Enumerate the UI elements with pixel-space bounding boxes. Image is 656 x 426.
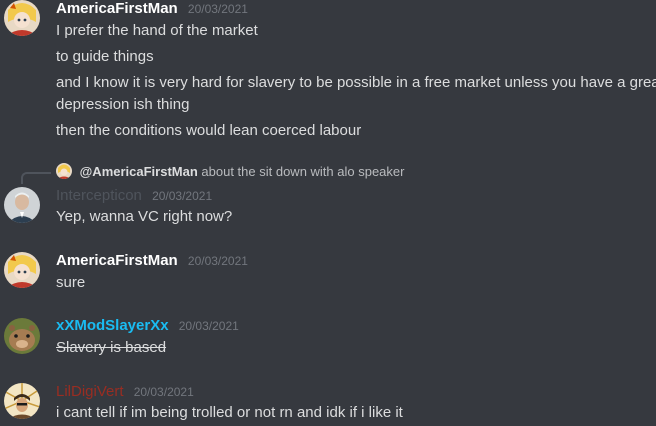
- username[interactable]: AmericaFirstMan: [56, 0, 178, 17]
- message-header: LilDigiVert 20/03/2021: [56, 382, 194, 402]
- chat-message-list: AmericaFirstMan 20/03/2021 I prefer the …: [0, 0, 656, 426]
- message-text: then the conditions would lean coerced l…: [56, 122, 362, 139]
- reply-text: about the sit down with alo speaker: [201, 164, 405, 179]
- sunburst-avatar-icon: [4, 383, 40, 419]
- avatar[interactable]: [4, 252, 40, 288]
- message-text: and I know it is very hard for slavery t…: [56, 74, 656, 91]
- reply-preview[interactable]: @AmericaFirstMan about the sit down with…: [56, 163, 404, 181]
- message-text: i cant tell if im being trolled or not r…: [56, 404, 403, 421]
- animal-avatar-icon: [4, 318, 40, 354]
- reply-avatar: [56, 163, 72, 179]
- message-text: sure: [56, 274, 86, 291]
- username[interactable]: LilDigiVert: [56, 383, 124, 400]
- timestamp: 20/03/2021: [187, 2, 248, 16]
- message-header: Intercepticon 20/03/2021: [56, 186, 212, 206]
- avatar[interactable]: [4, 383, 40, 419]
- message-header: AmericaFirstMan 20/03/2021: [56, 0, 248, 19]
- reply-mention[interactable]: @AmericaFirstMan: [80, 164, 198, 179]
- username[interactable]: AmericaFirstMan: [56, 252, 178, 269]
- username[interactable]: Intercepticon: [56, 187, 142, 204]
- portrait-avatar-icon: [4, 187, 40, 223]
- avatar[interactable]: [4, 0, 40, 36]
- message-text: to guide things: [56, 48, 154, 65]
- message-header: AmericaFirstMan 20/03/2021: [56, 251, 248, 271]
- reply-connector: [21, 172, 51, 184]
- message-header: xXModSlayerXx 20/03/2021: [56, 316, 239, 336]
- avatar[interactable]: [4, 318, 40, 354]
- message-text: depression ish thing: [56, 96, 190, 113]
- message-text: I prefer the hand of the market: [56, 22, 258, 39]
- timestamp: 20/03/2021: [152, 189, 213, 203]
- anime-avatar-icon: [56, 163, 72, 179]
- message-text: Slavery is based: [56, 339, 167, 356]
- avatar[interactable]: [4, 187, 40, 223]
- timestamp: 20/03/2021: [187, 254, 248, 268]
- anime-avatar-icon: [4, 0, 40, 36]
- message-text: Yep, wanna VC right now?: [56, 208, 233, 225]
- username[interactable]: xXModSlayerXx: [56, 317, 169, 334]
- timestamp: 20/03/2021: [178, 319, 239, 333]
- timestamp: 20/03/2021: [133, 385, 194, 399]
- anime-avatar-icon: [4, 252, 40, 288]
